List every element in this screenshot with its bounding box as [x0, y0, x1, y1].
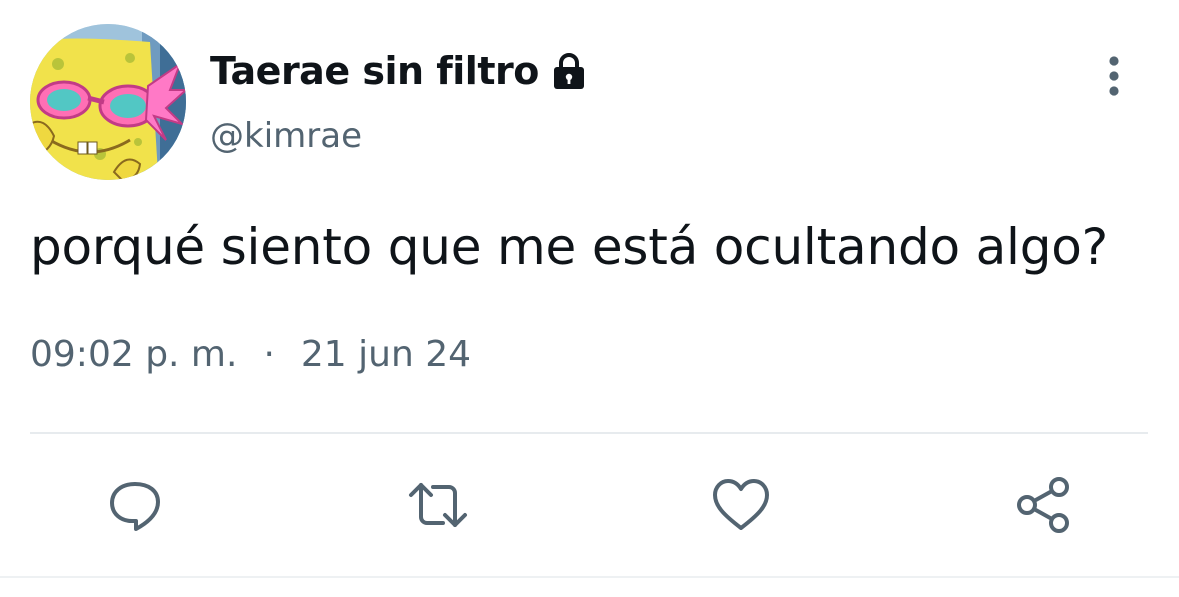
lock-icon [549, 51, 589, 91]
display-name-row[interactable]: Taerae sin filtro [210, 44, 589, 98]
retweet-icon [409, 483, 467, 527]
like-button[interactable] [706, 470, 776, 540]
meta-separator: · [263, 334, 275, 375]
tweet-metadata: 09:02 p. m. · 21 jun 24 [30, 334, 471, 375]
more-vertical-icon [1109, 56, 1119, 96]
tweet-text: porqué siento que me está ocultando algo… [30, 218, 1108, 276]
reply-button[interactable] [100, 470, 170, 540]
divider [30, 432, 1148, 434]
share-button[interactable] [1010, 470, 1080, 540]
tweet-actions-bar [0, 470, 1179, 550]
tweet-time[interactable]: 09:02 p. m. [30, 334, 237, 375]
display-name[interactable]: Taerae sin filtro [210, 49, 539, 93]
heart-icon [713, 479, 769, 530]
spongebob-avatar-icon [30, 24, 186, 180]
avatar[interactable] [30, 24, 186, 180]
tweet-card: Taerae sin filtro @kimrae porqué siento … [0, 0, 1179, 597]
bottom-divider [0, 576, 1179, 578]
more-options-button[interactable] [1092, 52, 1136, 100]
retweet-button[interactable] [403, 470, 473, 540]
share-icon [1017, 477, 1069, 533]
user-handle[interactable]: @kimrae [210, 116, 362, 156]
tweet-date[interactable]: 21 jun 24 [301, 334, 471, 375]
reply-icon [110, 482, 160, 531]
